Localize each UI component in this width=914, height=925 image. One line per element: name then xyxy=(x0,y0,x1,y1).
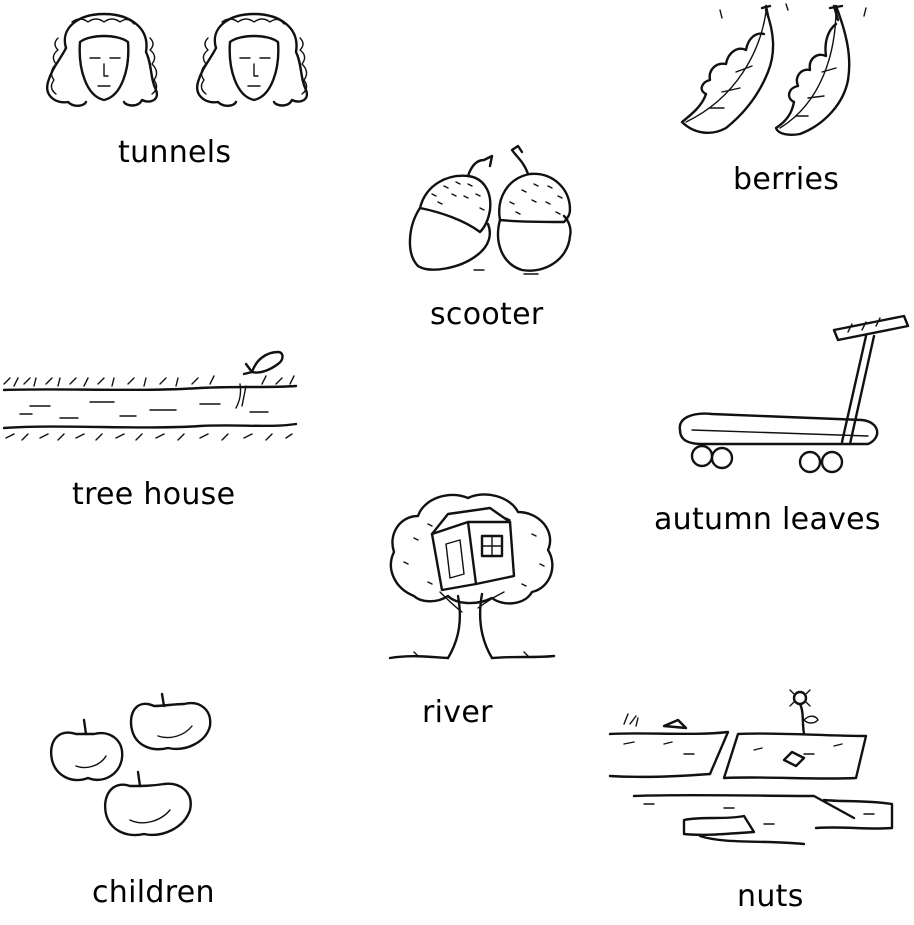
river-icon xyxy=(0,344,300,450)
label-river: river xyxy=(422,695,493,730)
acorn-left xyxy=(410,156,492,270)
face-right xyxy=(197,14,307,106)
small-flower xyxy=(790,690,818,734)
label-autumn-leaves: autumn leaves xyxy=(654,502,881,537)
label-tunnels: tunnels xyxy=(118,135,232,170)
apples-icon xyxy=(46,690,220,846)
leaf-left xyxy=(682,6,773,133)
apple-1 xyxy=(51,720,122,780)
acorn-right xyxy=(498,146,570,271)
label-berries: berries xyxy=(733,162,840,197)
apple-3 xyxy=(105,772,191,835)
face-left xyxy=(47,14,157,106)
autumn-leaves-icon xyxy=(676,2,880,138)
acorns-icon xyxy=(404,142,576,276)
label-scooter: scooter xyxy=(430,297,544,332)
label-tree-house: tree house xyxy=(72,477,236,512)
leaf-right xyxy=(776,6,849,135)
jumping-fish xyxy=(236,352,283,408)
tree-house-icon xyxy=(384,488,560,674)
house xyxy=(432,508,514,590)
children-faces-icon xyxy=(38,8,316,110)
apple-2 xyxy=(131,694,210,749)
label-children: children xyxy=(92,875,215,910)
scooter-icon xyxy=(672,312,910,478)
tunnels-icon xyxy=(604,684,896,854)
label-nuts: nuts xyxy=(737,879,804,914)
